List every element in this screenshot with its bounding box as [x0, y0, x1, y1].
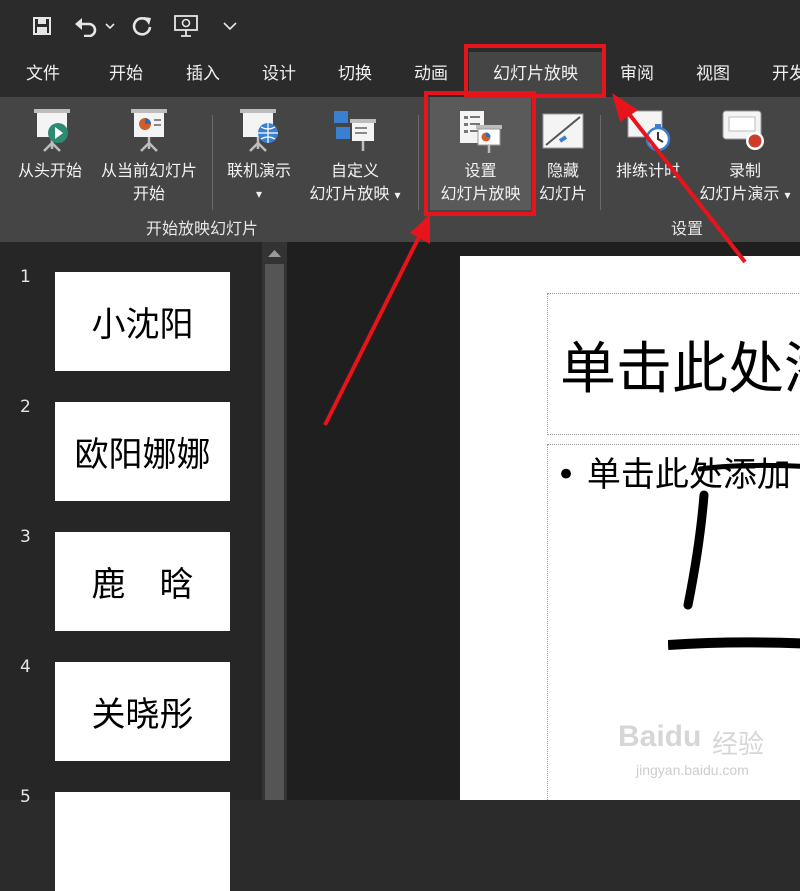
slide-thumbnail-1[interactable]: 小沈阳	[55, 272, 230, 371]
large-glyph-shape	[668, 490, 800, 650]
undo-icon[interactable]	[73, 12, 99, 40]
baidu-watermark: Baidu 经验 jingyan.baidu.com	[618, 720, 800, 790]
from-beginning-button[interactable]: 从头开始	[10, 97, 90, 212]
slide-thumbnail-5[interactable]	[55, 792, 230, 891]
rehearse-timings-button[interactable]: 排练计时	[606, 97, 690, 212]
setup-slideshow-label-line2: 幻灯片放映	[440, 184, 521, 203]
rehearse-timings-icon	[627, 110, 671, 152]
record-slideshow-label-line2: 幻灯片演示 ▾	[690, 183, 800, 206]
from-current-label-line2: 开始	[132, 184, 165, 203]
tab-developer[interactable]: 开发	[772, 52, 800, 97]
hide-slide-icon	[542, 113, 584, 149]
projector-globe-icon	[240, 109, 278, 152]
slide-thumbnail-2[interactable]: 欧阳娜娜	[55, 402, 230, 501]
slide-number: 4	[20, 657, 31, 677]
setup-slideshow-button[interactable]: 设置 幻灯片放映	[430, 97, 531, 210]
present-from-start-icon[interactable]	[172, 12, 200, 40]
tab-transitions[interactable]: 切换	[338, 52, 372, 97]
tab-slideshow[interactable]: 幻灯片放映	[469, 52, 602, 97]
rehearse-timings-label: 排练计时	[615, 161, 680, 180]
hide-slide-label-line1: 隐藏	[546, 161, 579, 180]
slide-number: 5	[20, 787, 31, 807]
title-placeholder-text: 单击此处添	[560, 337, 800, 402]
tab-review[interactable]: 审阅	[620, 52, 654, 97]
slide-number: 2	[20, 397, 31, 417]
ribbon-divider	[600, 115, 601, 210]
ribbon-tabs: 文件 开始 插入 设计 切换 动画 幻灯片放映 审阅 视图 开发	[0, 52, 800, 97]
tab-design[interactable]: 设计	[262, 52, 296, 97]
online-present-label: 联机演示	[226, 161, 291, 180]
slide-number: 1	[20, 267, 31, 287]
setup-slideshow-label-line1: 设置	[464, 161, 497, 180]
slide-canvas: 单击此处添 • 单击此处添加	[460, 256, 800, 800]
setup-slideshow-icon	[460, 111, 502, 153]
title-placeholder[interactable]: 单击此处添	[547, 293, 800, 435]
projector-chart-icon	[131, 109, 167, 152]
hide-slide-label-line2: 幻灯片	[538, 184, 587, 203]
record-slideshow-icon	[722, 110, 764, 150]
tab-file[interactable]: 文件	[26, 52, 60, 97]
tab-insert[interactable]: 插入	[186, 52, 220, 97]
from-beginning-label: 从头开始	[17, 161, 82, 180]
record-slideshow-label-line1: 录制	[728, 161, 761, 180]
custom-slideshow-label-line1: 自定义	[330, 161, 379, 180]
ribbon-divider	[212, 115, 213, 210]
custom-slideshow-label-line2: 幻灯片放映 ▾	[300, 183, 410, 206]
custom-slideshow-button[interactable]: 自定义 幻灯片放映 ▾	[300, 97, 410, 212]
annotation-stroke	[697, 462, 800, 472]
slide-thumbnail-3[interactable]: 鹿 晗	[55, 532, 230, 631]
ribbon-slideshow: 从头开始 从当前幻灯片 开始 联机演示 ▾ 自定义 幻灯片放映 ▾ 设置 幻灯片…	[0, 97, 800, 242]
tab-view[interactable]: 视图	[696, 52, 730, 97]
thumbnail-scrollbar[interactable]	[262, 242, 287, 800]
custom-slideshow-label-text: 幻灯片放映	[309, 184, 390, 203]
custom-slideshow-dropdown[interactable]: ▾	[395, 188, 401, 202]
redo-icon[interactable]	[129, 12, 155, 40]
slide-number: 3	[20, 527, 31, 547]
ribbon-divider	[418, 115, 419, 210]
group-label-setup: 设置	[671, 219, 704, 238]
record-slideshow-label-text: 幻灯片演示	[699, 184, 780, 203]
online-present-button[interactable]: 联机演示 ▾	[218, 97, 300, 212]
record-slideshow-button[interactable]: 录制 幻灯片演示 ▾	[690, 97, 800, 212]
scrollbar-thumb[interactable]	[265, 264, 284, 800]
watermark-url: jingyan.baidu.com	[636, 762, 749, 778]
slide-thumbnail-4[interactable]: 关晓彤	[55, 662, 230, 761]
custom-slideshow-icon	[334, 111, 376, 151]
tab-home[interactable]: 开始	[109, 52, 143, 97]
scroll-up-arrow-icon[interactable]	[267, 248, 282, 258]
hide-slide-button[interactable]: 隐藏 幻灯片	[532, 97, 594, 212]
customize-dropdown-icon[interactable]	[222, 12, 238, 40]
watermark-brand-cn: 经验	[712, 730, 765, 760]
watermark-brand: Baidu	[618, 720, 702, 753]
online-present-dropdown[interactable]: ▾	[218, 183, 300, 205]
from-current-label-line1: 从当前幻灯片	[100, 161, 197, 180]
slide-thumbnail-pane: 1 小沈阳 2 欧阳娜娜 3 鹿 晗 4 关晓彤 5	[0, 242, 262, 891]
slide-editor: 单击此处添 • 单击此处添加	[287, 242, 800, 800]
dropdown-arrow-icon[interactable]	[104, 12, 116, 40]
record-slideshow-dropdown[interactable]: ▾	[785, 188, 791, 202]
save-icon[interactable]	[30, 12, 54, 40]
from-current-slide-button[interactable]: 从当前幻灯片 开始	[93, 97, 205, 212]
tab-animations[interactable]: 动画	[414, 52, 448, 97]
quick-access-toolbar	[0, 0, 800, 52]
group-label-start-slideshow: 开始放映幻灯片	[146, 219, 259, 238]
projector-play-icon	[34, 109, 70, 152]
